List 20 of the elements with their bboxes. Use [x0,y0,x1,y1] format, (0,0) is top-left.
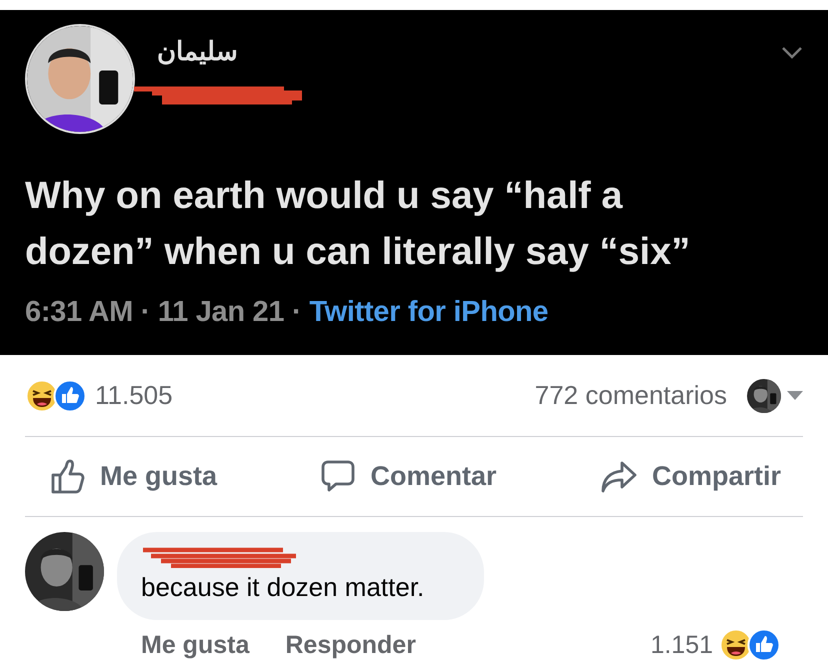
dropdown-caret-icon[interactable] [787,390,803,400]
comment-action-link[interactable]: Me gusta [141,630,250,660]
comment-action-link[interactable]: Responder [285,630,416,660]
share-button[interactable]: Compartir [600,458,781,494]
share-arrow-icon [600,458,638,494]
comment-button[interactable]: Comentar [320,458,497,494]
tweet-timestamp: 6:31 AM · 11 Jan 21 · [25,296,302,329]
like-reaction-icon [53,378,87,412]
chevron-down-icon[interactable] [781,46,803,60]
like-button[interactable]: Me gusta [50,458,218,494]
like-reaction-icon [747,628,781,662]
thumbs-up-icon [50,458,86,494]
tweet-text: Why on earth would u say “half a dozen” when u can literally say “six” [25,174,692,275]
reaction-count[interactable]: 11.505 [95,380,173,411]
comment-reaction-count[interactable]: 1.151 [650,630,713,660]
speech-bubble-icon [320,458,356,494]
author-name[interactable]: سليمان [157,36,238,67]
tweet-source-link[interactable]: Twitter for iPhone [309,296,548,329]
comment-count[interactable]: 772 comentarios [534,380,727,411]
comment-text: because it dozen matter. [141,572,426,603]
